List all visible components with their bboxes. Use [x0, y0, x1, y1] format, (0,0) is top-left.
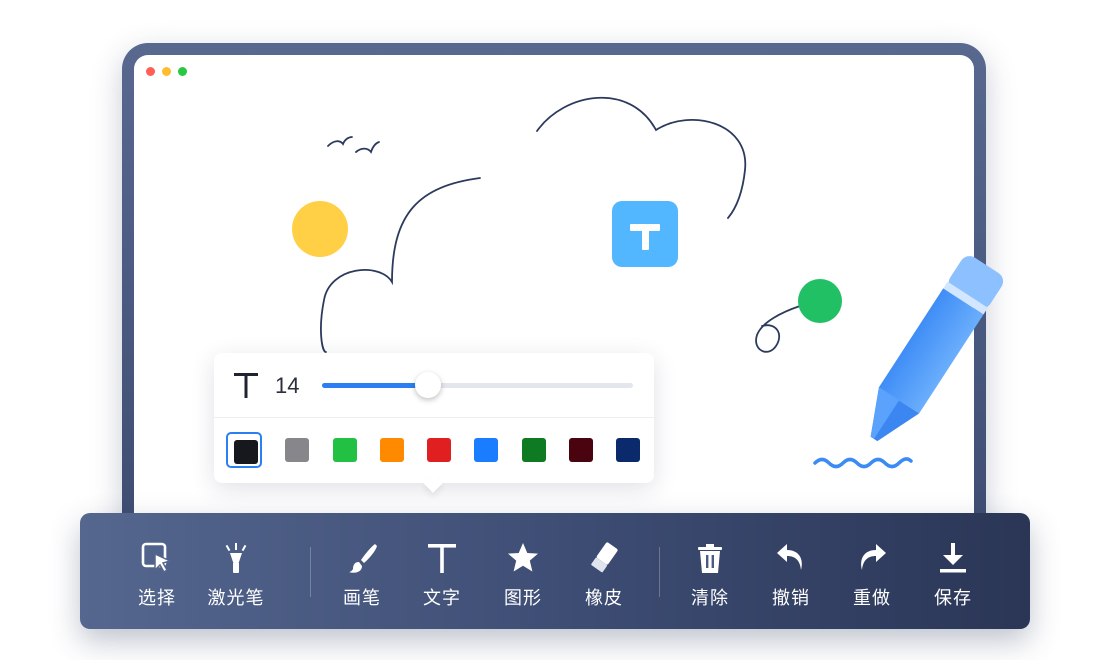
- color-swatch[interactable]: [563, 432, 599, 468]
- cursor-select-icon: [140, 541, 174, 575]
- toolbar-label: 画笔: [343, 588, 381, 609]
- toolbar-label: 文字: [423, 588, 461, 609]
- color-swatch[interactable]: [374, 432, 410, 468]
- cloud-stroke: [320, 177, 481, 353]
- trash-icon: [693, 541, 727, 575]
- toolbar-label: 保存: [934, 588, 972, 609]
- cloud-top-stroke: [536, 96, 746, 219]
- toolbar-label: 清除: [691, 588, 729, 609]
- color-swatch[interactable]: [516, 432, 552, 468]
- toolbar-label: 选择: [138, 588, 176, 609]
- font-size-slider-fill: [322, 383, 428, 388]
- bird-stroke: [355, 141, 380, 154]
- color-swatch-fill: [522, 438, 546, 462]
- font-size-slider[interactable]: [322, 372, 633, 398]
- save-button[interactable]: 保存: [913, 513, 993, 629]
- undo-icon: [774, 541, 808, 575]
- brush-icon: [345, 541, 379, 575]
- color-swatch[interactable]: [327, 432, 363, 468]
- pen-illustration-icon: [870, 256, 1004, 442]
- font-size-slider-thumb[interactable]: [414, 372, 441, 398]
- color-swatch-fill: [234, 440, 258, 464]
- toolbar-label: 图形: [504, 588, 542, 609]
- bottom-toolbar: 选择 激光笔 画笔 文字 图形 橡皮 清除 撤销 重做 保存: [80, 513, 1030, 629]
- color-swatch-fill: [333, 438, 357, 462]
- text-settings-popup: 14: [214, 353, 654, 493]
- popup-divider: [214, 417, 654, 418]
- color-swatch-fill: [616, 438, 640, 462]
- shape-tool[interactable]: 图形: [483, 513, 563, 629]
- color-swatch-fill: [380, 438, 404, 462]
- redo-button[interactable]: 重做: [832, 513, 912, 629]
- select-tool[interactable]: 选择: [117, 513, 197, 629]
- redo-icon: [855, 541, 889, 575]
- toolbar-separator: [659, 547, 660, 597]
- color-swatch[interactable]: [468, 432, 504, 468]
- color-swatch-fill: [569, 438, 593, 462]
- font-size-value: 14: [275, 373, 300, 398]
- text-tool[interactable]: 文字: [402, 513, 482, 629]
- text-object-badge[interactable]: [612, 201, 678, 267]
- loop-stroke: [755, 305, 801, 353]
- toolbar-label: 橡皮: [585, 588, 623, 609]
- undo-button[interactable]: 撤销: [751, 513, 831, 629]
- star-shape-icon: [506, 541, 540, 575]
- sun-shape: [292, 201, 348, 257]
- color-swatch-fill: [285, 438, 309, 462]
- clear-button[interactable]: 清除: [670, 513, 750, 629]
- download-icon: [936, 541, 970, 575]
- color-swatch[interactable]: [421, 432, 457, 468]
- color-swatch-fill: [427, 438, 451, 462]
- toolbar-label: 激光笔: [207, 588, 265, 609]
- color-swatch[interactable]: [610, 432, 646, 468]
- text-t-icon-stem: [641, 224, 649, 250]
- eraser-icon: [587, 541, 621, 575]
- bird-stroke: [327, 136, 353, 147]
- brush-tool[interactable]: 画笔: [322, 513, 402, 629]
- laser-pointer-icon: [219, 541, 253, 575]
- toolbar-separator: [310, 547, 311, 597]
- text-t-icon: [234, 373, 258, 398]
- text-icon: [425, 541, 459, 575]
- toolbar-label: 撤销: [772, 588, 810, 609]
- color-swatch-fill: [474, 438, 498, 462]
- color-swatch[interactable]: [226, 432, 262, 468]
- toolbar-label: 重做: [853, 588, 891, 609]
- laser-pointer-tool[interactable]: 激光笔: [196, 513, 276, 629]
- color-swatch[interactable]: [279, 432, 315, 468]
- eraser-tool[interactable]: 橡皮: [564, 513, 644, 629]
